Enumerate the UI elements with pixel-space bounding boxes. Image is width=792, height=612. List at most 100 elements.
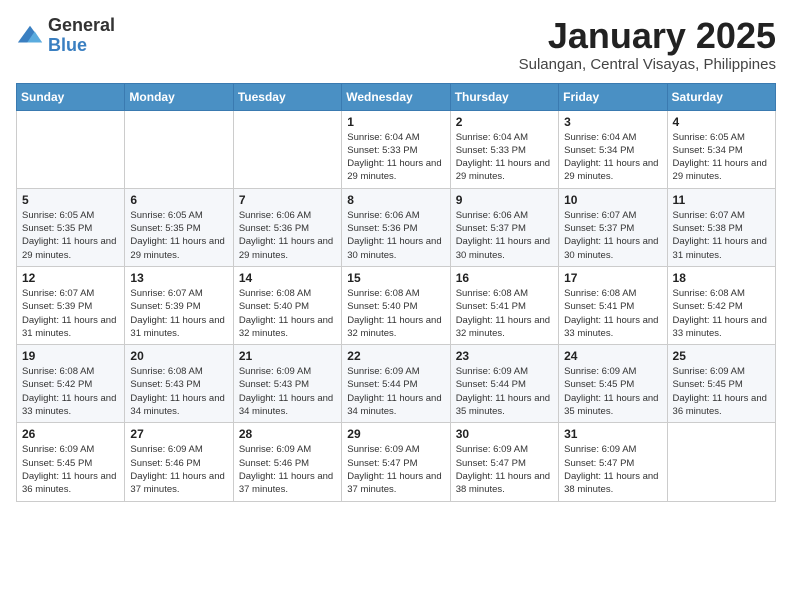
logo-blue: Blue [48, 36, 115, 56]
day-number: 25 [673, 349, 770, 363]
day-number: 29 [347, 427, 444, 441]
day-number: 10 [564, 193, 661, 207]
day-info: Sunrise: 6:09 AM Sunset: 5:45 PM Dayligh… [673, 365, 770, 418]
day-number: 21 [239, 349, 336, 363]
calendar-cell: 16 Sunrise: 6:08 AM Sunset: 5:41 PM Dayli… [450, 266, 558, 344]
day-info: Sunrise: 6:08 AM Sunset: 5:40 PM Dayligh… [347, 287, 444, 340]
calendar-cell: 30 Sunrise: 6:09 AM Sunset: 5:47 PM Dayli… [450, 423, 558, 501]
day-number: 23 [456, 349, 553, 363]
calendar-week-row: 1 Sunrise: 6:04 AM Sunset: 5:33 PM Daylig… [17, 110, 776, 188]
calendar-cell: 27 Sunrise: 6:09 AM Sunset: 5:46 PM Dayli… [125, 423, 233, 501]
day-number: 12 [22, 271, 119, 285]
day-info: Sunrise: 6:08 AM Sunset: 5:42 PM Dayligh… [22, 365, 119, 418]
day-info: Sunrise: 6:09 AM Sunset: 5:47 PM Dayligh… [347, 443, 444, 496]
calendar-cell: 12 Sunrise: 6:07 AM Sunset: 5:39 PM Dayli… [17, 266, 125, 344]
day-info: Sunrise: 6:05 AM Sunset: 5:35 PM Dayligh… [22, 209, 119, 262]
calendar-cell: 28Sunrise: 6:09 AM Sunset: 5:46 PM Dayli… [233, 423, 341, 501]
calendar-cell: 17Sunrise: 6:08 AM Sunset: 5:41 PM Dayli… [559, 266, 667, 344]
day-info: Sunrise: 6:04 AM Sunset: 5:33 PM Dayligh… [347, 131, 444, 184]
day-info: Sunrise: 6:09 AM Sunset: 5:47 PM Dayligh… [564, 443, 661, 496]
day-number: 14 [239, 271, 336, 285]
calendar-cell: 23Sunrise: 6:09 AM Sunset: 5:44 PM Dayli… [450, 345, 558, 423]
day-number: 28 [239, 427, 336, 441]
calendar-cell [125, 110, 233, 188]
day-info: Sunrise: 6:06 AM Sunset: 5:37 PM Dayligh… [456, 209, 553, 262]
day-info: Sunrise: 6:09 AM Sunset: 5:43 PM Dayligh… [239, 365, 336, 418]
day-number: 15 [347, 271, 444, 285]
day-info: Sunrise: 6:09 AM Sunset: 5:44 PM Dayligh… [347, 365, 444, 418]
day-number: 27 [130, 427, 227, 441]
calendar-cell: 1 Sunrise: 6:04 AM Sunset: 5:33 PM Daylig… [342, 110, 450, 188]
day-info: Sunrise: 6:07 AM Sunset: 5:39 PM Dayligh… [130, 287, 227, 340]
day-info: Sunrise: 6:05 AM Sunset: 5:35 PM Dayligh… [130, 209, 227, 262]
day-info: Sunrise: 6:04 AM Sunset: 5:33 PM Dayligh… [456, 131, 553, 184]
calendar-cell: 8 Sunrise: 6:06 AM Sunset: 5:36 PM Daylig… [342, 188, 450, 266]
calendar-cell: 31 Sunrise: 6:09 AM Sunset: 5:47 PM Dayli… [559, 423, 667, 501]
calendar-cell [667, 423, 775, 501]
calendar-cell: 14 Sunrise: 6:08 AM Sunset: 5:40 PM Dayli… [233, 266, 341, 344]
weekday-header-thursday: Thursday [450, 83, 558, 110]
calendar-cell: 5Sunrise: 6:05 AM Sunset: 5:35 PM Daylig… [17, 188, 125, 266]
day-info: Sunrise: 6:08 AM Sunset: 5:42 PM Dayligh… [673, 287, 770, 340]
calendar-cell: 21 Sunrise: 6:09 AM Sunset: 5:43 PM Dayli… [233, 345, 341, 423]
location-title: Sulangan, Central Visayas, Philippines [519, 56, 776, 73]
logo-icon [16, 22, 44, 50]
calendar-cell: 29 Sunrise: 6:09 AM Sunset: 5:47 PM Dayli… [342, 423, 450, 501]
calendar-cell: 3Sunrise: 6:04 AM Sunset: 5:34 PM Daylig… [559, 110, 667, 188]
day-info: Sunrise: 6:06 AM Sunset: 5:36 PM Dayligh… [239, 209, 336, 262]
logo: General Blue [16, 16, 115, 56]
calendar-cell: 2 Sunrise: 6:04 AM Sunset: 5:33 PM Daylig… [450, 110, 558, 188]
calendar-cell: 26Sunrise: 6:09 AM Sunset: 5:45 PM Dayli… [17, 423, 125, 501]
day-info: Sunrise: 6:09 AM Sunset: 5:47 PM Dayligh… [456, 443, 553, 496]
calendar-cell: 22 Sunrise: 6:09 AM Sunset: 5:44 PM Dayli… [342, 345, 450, 423]
calendar-cell: 20 Sunrise: 6:08 AM Sunset: 5:43 PM Dayli… [125, 345, 233, 423]
day-info: Sunrise: 6:09 AM Sunset: 5:46 PM Dayligh… [130, 443, 227, 496]
day-number: 18 [673, 271, 770, 285]
logo-text: General Blue [48, 16, 115, 56]
day-info: Sunrise: 6:07 AM Sunset: 5:37 PM Dayligh… [564, 209, 661, 262]
day-number: 3 [564, 115, 661, 129]
day-number: 22 [347, 349, 444, 363]
calendar-cell: 25 Sunrise: 6:09 AM Sunset: 5:45 PM Dayli… [667, 345, 775, 423]
day-info: Sunrise: 6:08 AM Sunset: 5:40 PM Dayligh… [239, 287, 336, 340]
day-number: 2 [456, 115, 553, 129]
day-info: Sunrise: 6:08 AM Sunset: 5:41 PM Dayligh… [456, 287, 553, 340]
weekday-header-wednesday: Wednesday [342, 83, 450, 110]
day-number: 17 [564, 271, 661, 285]
day-number: 1 [347, 115, 444, 129]
page-header: General Blue January 2025 Sulangan, Cent… [16, 16, 776, 73]
day-info: Sunrise: 6:08 AM Sunset: 5:43 PM Dayligh… [130, 365, 227, 418]
day-number: 6 [130, 193, 227, 207]
weekday-header-tuesday: Tuesday [233, 83, 341, 110]
calendar-table: SundayMondayTuesdayWednesdayThursdayFrid… [16, 83, 776, 502]
day-info: Sunrise: 6:06 AM Sunset: 5:36 PM Dayligh… [347, 209, 444, 262]
weekday-header-sunday: Sunday [17, 83, 125, 110]
calendar-cell [17, 110, 125, 188]
calendar-cell: 4 Sunrise: 6:05 AM Sunset: 5:34 PM Daylig… [667, 110, 775, 188]
day-number: 20 [130, 349, 227, 363]
logo-general: General [48, 16, 115, 36]
weekday-header-row: SundayMondayTuesdayWednesdayThursdayFrid… [17, 83, 776, 110]
day-number: 16 [456, 271, 553, 285]
calendar-cell: 9 Sunrise: 6:06 AM Sunset: 5:37 PM Daylig… [450, 188, 558, 266]
day-number: 8 [347, 193, 444, 207]
month-title: January 2025 [519, 16, 776, 56]
day-number: 11 [673, 193, 770, 207]
calendar-week-row: 5Sunrise: 6:05 AM Sunset: 5:35 PM Daylig… [17, 188, 776, 266]
day-number: 4 [673, 115, 770, 129]
day-number: 30 [456, 427, 553, 441]
calendar-week-row: 19Sunrise: 6:08 AM Sunset: 5:42 PM Dayli… [17, 345, 776, 423]
day-number: 13 [130, 271, 227, 285]
day-info: Sunrise: 6:05 AM Sunset: 5:34 PM Dayligh… [673, 131, 770, 184]
day-number: 24 [564, 349, 661, 363]
day-number: 9 [456, 193, 553, 207]
calendar-cell [233, 110, 341, 188]
calendar-cell: 15 Sunrise: 6:08 AM Sunset: 5:40 PM Dayli… [342, 266, 450, 344]
day-info: Sunrise: 6:09 AM Sunset: 5:45 PM Dayligh… [564, 365, 661, 418]
day-info: Sunrise: 6:07 AM Sunset: 5:39 PM Dayligh… [22, 287, 119, 340]
calendar-cell: 13 Sunrise: 6:07 AM Sunset: 5:39 PM Dayli… [125, 266, 233, 344]
calendar-week-row: 26Sunrise: 6:09 AM Sunset: 5:45 PM Dayli… [17, 423, 776, 501]
weekday-header-saturday: Saturday [667, 83, 775, 110]
day-info: Sunrise: 6:09 AM Sunset: 5:45 PM Dayligh… [22, 443, 119, 496]
day-number: 31 [564, 427, 661, 441]
